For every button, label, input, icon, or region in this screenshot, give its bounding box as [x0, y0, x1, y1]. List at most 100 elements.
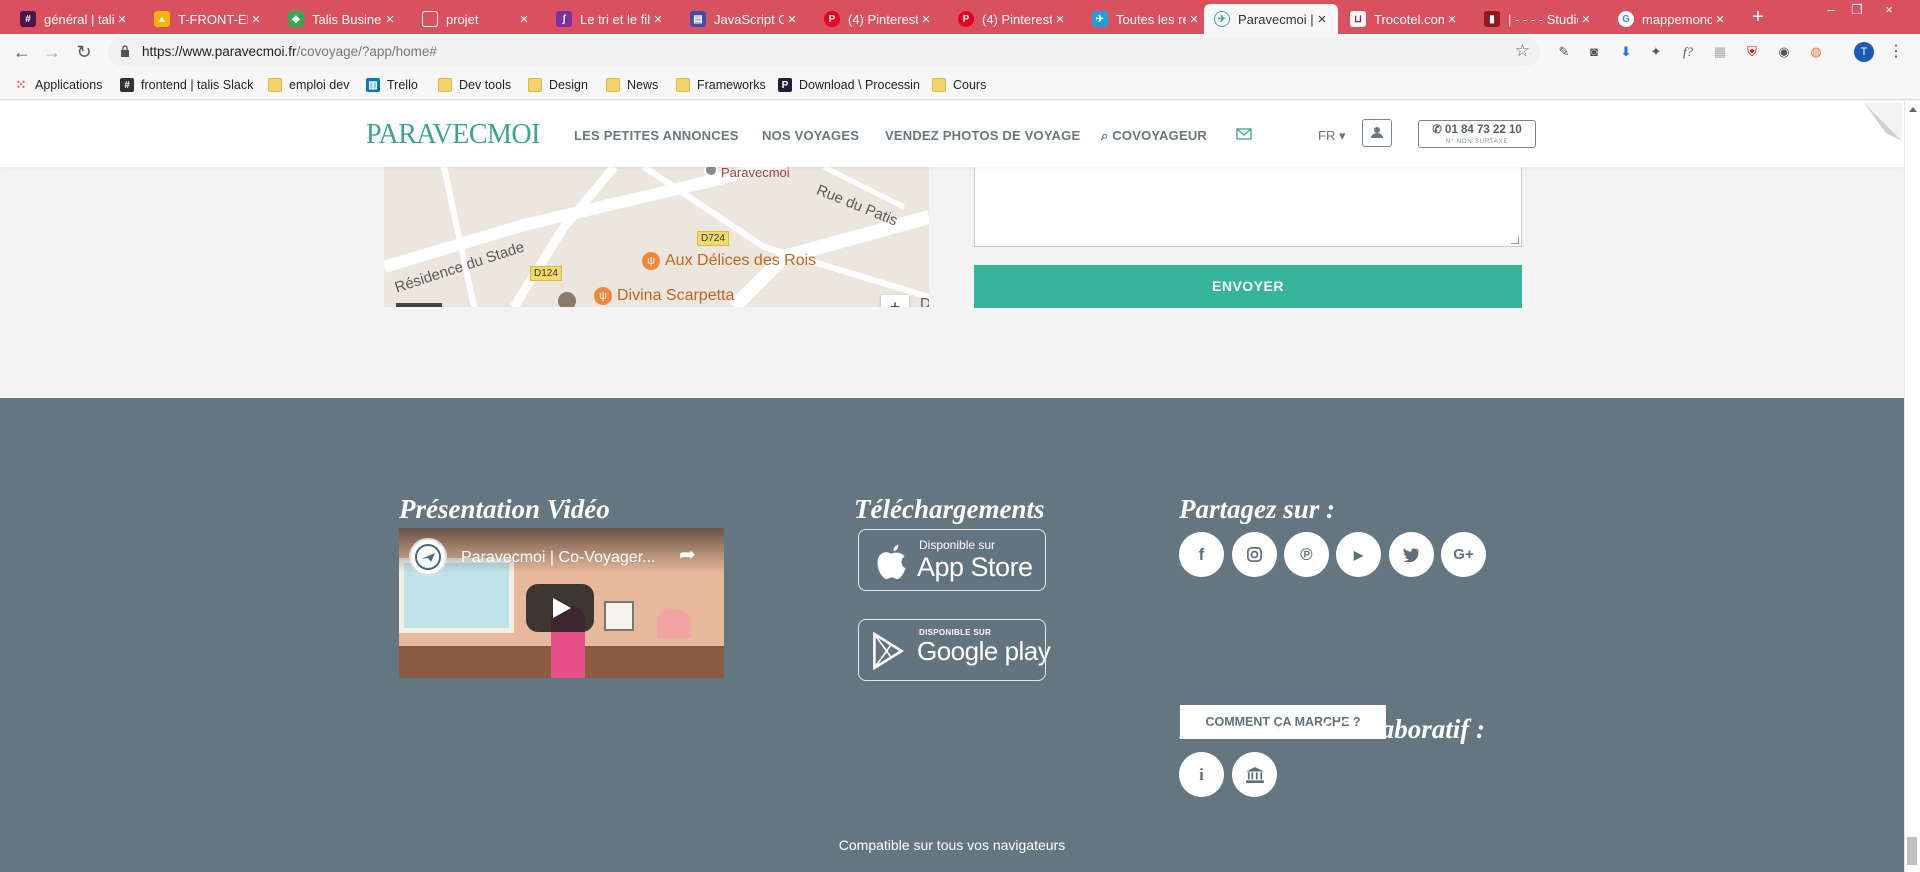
nav-link-voyages[interactable]: NOS VOYAGES [762, 128, 859, 143]
close-icon[interactable]: × [1186, 11, 1202, 28]
info-icon[interactable]: i [1179, 752, 1224, 797]
close-icon[interactable]: × [1444, 11, 1460, 28]
tab-strip: # général | talis × ▲ T-FRONT-EN × ◆ Tal… [0, 0, 1920, 34]
language-selector[interactable]: FR ▾ [1318, 128, 1345, 144]
bookmark-folder-devtools[interactable]: Dev tools [438, 76, 511, 94]
browser-tab[interactable]: P (4) Pinterest × [948, 4, 1076, 34]
close-icon[interactable]: × [1314, 11, 1330, 28]
instagram-icon[interactable] [1232, 532, 1277, 577]
nav-link-covoyageur[interactable]: ⌕ COVOYAGEUR [1101, 128, 1207, 144]
bookmark-folder-news[interactable]: News [606, 76, 658, 94]
mail-icon[interactable] [1236, 127, 1252, 141]
page-scrollbar[interactable] [1904, 101, 1920, 872]
back-icon[interactable]: ← [10, 40, 34, 64]
browser-tab[interactable]: ◆ Talis Busines × [278, 4, 406, 34]
window-close-icon[interactable]: × [1874, 0, 1904, 20]
runner-extension-icon[interactable]: ✦ [1646, 42, 1666, 62]
forward-icon[interactable]: → [40, 40, 64, 64]
browser-tab[interactable]: P (4) Pinterest × [814, 4, 942, 34]
google-plus-icon[interactable]: G+ [1441, 532, 1486, 577]
browser-tab[interactable]: projet × [412, 4, 540, 34]
camera-extension-icon[interactable]: ◙ [1584, 42, 1604, 62]
browser-tab-active[interactable]: ✈ Paravecmoi | × [1204, 4, 1338, 34]
browser-tab[interactable]: ▮ | - - - - Studio × [1474, 4, 1602, 34]
play-button[interactable] [526, 584, 594, 632]
bookmark-applications[interactable]: ⁙ Applications [14, 76, 103, 94]
share-icon[interactable]: ➦ [679, 542, 709, 568]
bookmark-star-icon[interactable]: ☆ [1515, 41, 1530, 61]
bookmark-folder-design[interactable]: Design [528, 76, 588, 94]
video-embed[interactable]: Paravecmoi | Co-Voyager... ➦ [399, 528, 724, 678]
hotel-icon [558, 292, 576, 307]
orange-extension-icon[interactable]: ◍ [1806, 42, 1826, 62]
location-map[interactable]: Paravecmoi Rue du Patis Résidence du Sta… [384, 167, 929, 307]
scroll-up-icon[interactable] [1909, 107, 1917, 112]
browser-tab[interactable]: ⊔ Trocotel.com × [1340, 4, 1468, 34]
message-textarea[interactable] [974, 167, 1522, 247]
resize-handle-icon[interactable] [1511, 236, 1519, 244]
restore-icon[interactable]: ❐ [1842, 0, 1872, 20]
close-icon[interactable]: × [516, 11, 532, 28]
map-poi[interactable]: ψ Divina Scarpetta [594, 287, 734, 305]
map-poi[interactable]: ψ Aux Délices des Rois [642, 252, 816, 270]
bookmark-folder-cours[interactable]: Cours [932, 76, 986, 94]
bookmark-trello[interactable]: ▥ Trello [366, 76, 418, 94]
scrollbar-thumb[interactable] [1907, 837, 1917, 865]
close-icon[interactable]: × [114, 11, 130, 28]
new-tab-button[interactable]: + [1744, 4, 1772, 30]
phone-box[interactable]: ✆ 01 84 73 22 10 N° NON SURTAXE [1418, 120, 1536, 148]
send-button[interactable]: ENVOYER [974, 265, 1522, 308]
nav-link-photos[interactable]: VENDEZ PHOTOS DE VOYAGE [885, 128, 1080, 143]
bank-icon[interactable] [1232, 752, 1277, 797]
tab-label: Trocotel.com [1374, 11, 1444, 27]
close-icon[interactable]: × [784, 11, 800, 28]
close-icon[interactable]: × [1712, 11, 1728, 28]
browser-tab[interactable]: G mappemonde × [1608, 4, 1736, 34]
apple-icon [877, 544, 906, 579]
close-icon[interactable]: × [248, 11, 264, 28]
dark-extension-icon[interactable]: ◉ [1774, 42, 1794, 62]
phone-number: 01 84 73 22 10 [1445, 124, 1522, 136]
profile-avatar[interactable]: T [1854, 42, 1874, 62]
facebook-icon[interactable]: f [1179, 532, 1224, 577]
close-icon[interactable]: × [650, 11, 666, 28]
close-icon[interactable]: × [1578, 11, 1594, 28]
tab-label: (4) Pinterest [848, 11, 918, 27]
reload-icon[interactable]: ↻ [72, 40, 96, 64]
eyedropper-extension-icon[interactable]: ✎ [1554, 42, 1574, 62]
nav-link-annonces[interactable]: LES PETITES ANNONCES [574, 128, 739, 143]
bank-glyph [1245, 766, 1264, 783]
browser-tab[interactable]: ▤ JavaScript Gr × [680, 4, 808, 34]
grid-extension-icon[interactable]: ▦ [1710, 42, 1730, 62]
site-logo[interactable]: PARAVECMOI [366, 119, 540, 151]
pinterest-icon[interactable]: ℗ [1284, 532, 1329, 577]
address-bar[interactable]: https://www.paravecmoi.fr/covoyage/?app/… [108, 38, 1540, 66]
browser-tab[interactable]: # général | talis × [10, 4, 138, 34]
tab-label: Toutes les re [1116, 11, 1186, 27]
twitter-icon[interactable] [1389, 532, 1434, 577]
video-title[interactable]: Paravecmoi | Co-Voyager... [461, 549, 655, 567]
browser-tab[interactable]: ʃ Le tri et le filt × [546, 4, 674, 34]
tab-label: Le tri et le filt [580, 11, 650, 27]
browser-tab[interactable]: ▲ T-FRONT-EN × [144, 4, 272, 34]
bookmark-slack[interactable]: # frontend | talis Slack [120, 76, 253, 94]
google-play-button[interactable]: DISPONIBLE SUR Google play [858, 619, 1051, 681]
download-extension-icon[interactable]: ⬇ [1616, 42, 1636, 62]
app-store-button[interactable]: Disponible sur App Store [858, 529, 1046, 591]
map-zoom-in-button[interactable]: + [881, 295, 909, 307]
menu-icon[interactable]: ⋮ [1888, 41, 1904, 63]
close-icon[interactable]: × [918, 11, 934, 28]
browser-tab[interactable]: ✈ Toutes les re × [1082, 4, 1210, 34]
channel-avatar[interactable] [409, 538, 447, 576]
bookmark-folder-frameworks[interactable]: Frameworks [676, 76, 766, 94]
bookmark-processing[interactable]: P Download \ Processin [778, 76, 920, 94]
bookmark-folder-emploi[interactable]: emploi dev [268, 76, 349, 94]
close-icon[interactable]: × [382, 11, 398, 28]
youtube-icon[interactable]: ▶ [1336, 532, 1381, 577]
close-icon[interactable]: × [1052, 11, 1068, 28]
map-place-label: Paravecmoi [721, 167, 790, 180]
font-extension-icon[interactable]: f? [1678, 42, 1698, 62]
user-account-button[interactable] [1362, 119, 1392, 147]
ublock-extension-icon[interactable]: ⛨ [1742, 42, 1762, 62]
pinterest-icon: P [824, 11, 840, 27]
